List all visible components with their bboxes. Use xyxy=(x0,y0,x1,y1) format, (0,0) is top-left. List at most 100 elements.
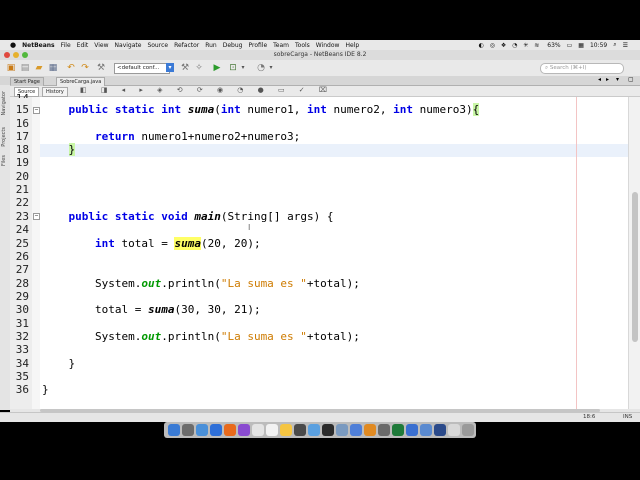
dock-app-icon[interactable] xyxy=(308,424,320,436)
right-margin-guide xyxy=(576,97,577,409)
dock-app-icon[interactable] xyxy=(238,424,250,436)
debug-icon[interactable]: ⊡ xyxy=(228,63,238,73)
configuration-select[interactable]: <default conf... xyxy=(114,63,170,74)
tab-scroll-left-icon[interactable]: ◂ xyxy=(598,76,601,83)
code-line[interactable]: public static void main(String[] args) { xyxy=(42,210,334,223)
redo-icon[interactable]: ↷ xyxy=(80,63,90,73)
dock-app-icon[interactable] xyxy=(434,424,446,436)
status-icons[interactable]: ◐ ◎ ❖ ◔ ✳ ≋ xyxy=(479,42,542,49)
tab-list-icon[interactable]: ▾ xyxy=(616,76,619,83)
history-view-button[interactable]: History xyxy=(42,87,68,97)
code-line[interactable]: System.out.println("La suma es "+total); xyxy=(42,277,360,290)
battery-percent: 63% xyxy=(547,41,561,49)
new-file-icon[interactable]: ▤ xyxy=(20,63,30,73)
dock-app-icon[interactable] xyxy=(364,424,376,436)
search-input[interactable]: ⌕ Search (⌘+I) xyxy=(540,63,624,74)
dock-app-icon[interactable] xyxy=(168,424,180,436)
menu-bar: ● NetBeans File Edit View Navigate Sourc… xyxy=(0,40,640,50)
dock xyxy=(164,422,476,438)
line-number: 19 xyxy=(15,156,29,169)
undo-icon[interactable]: ↶ xyxy=(66,63,76,73)
zoom-window-button[interactable] xyxy=(22,52,28,58)
vertical-scrollbar[interactable] xyxy=(628,97,640,409)
navigator-panel-tab[interactable]: Navigator xyxy=(1,91,7,115)
vertical-scroll-thumb[interactable] xyxy=(632,192,638,342)
dock-app-icon[interactable] xyxy=(294,424,306,436)
run-icon[interactable]: ▶ xyxy=(212,63,222,73)
dock-app-icon[interactable] xyxy=(182,424,194,436)
code-line[interactable]: } xyxy=(42,357,75,370)
dock-app-icon[interactable] xyxy=(196,424,208,436)
menu-refactor[interactable]: Refactor xyxy=(174,42,199,49)
code-line[interactable]: int total = suma(20, 20); xyxy=(42,237,261,250)
line-number: 21 xyxy=(15,183,29,196)
line-number: 22 xyxy=(15,196,29,209)
tab-sobrecarga-java[interactable]: SobreCarga.java xyxy=(56,77,106,86)
menu-help[interactable]: Help xyxy=(345,42,359,49)
maximize-icon[interactable]: ▢ xyxy=(628,76,634,83)
debug-dropdown-icon[interactable]: ▾ xyxy=(238,63,248,73)
search-icon[interactable]: ⌕ xyxy=(613,41,616,49)
code-line[interactable]: System.out.println("La suma es "+total); xyxy=(42,330,360,343)
editor-tool-icons[interactable]: ◧ ◨ ◂ ▸ ◈ ⟲ ⟳ ◉ ◔ ● ▭ ✓ ⌧ xyxy=(80,86,333,94)
app-menu[interactable]: NetBeans xyxy=(22,42,55,49)
tab-scroll-right-icon[interactable]: ▸ xyxy=(606,76,609,83)
build-icon[interactable]: ⚒ xyxy=(180,63,190,73)
dock-app-icon[interactable] xyxy=(378,424,390,436)
menu-edit[interactable]: Edit xyxy=(77,42,89,49)
clean-build-icon[interactable]: ⚒ xyxy=(96,63,106,73)
profile-dropdown-icon[interactable]: ▾ xyxy=(266,63,276,73)
open-project-icon[interactable]: ▰ xyxy=(34,63,44,73)
profile-icon[interactable]: ◔ xyxy=(256,63,266,73)
battery-icon[interactable]: ▭ xyxy=(567,42,573,49)
dock-app-icon[interactable] xyxy=(266,424,278,436)
save-all-icon[interactable]: ▦ xyxy=(48,63,58,73)
menu-team[interactable]: Team xyxy=(273,42,289,49)
minimize-window-button[interactable] xyxy=(13,52,19,58)
code-line[interactable]: } xyxy=(42,143,76,156)
dock-app-icon[interactable] xyxy=(224,424,236,436)
menu-debug[interactable]: Debug xyxy=(223,42,243,49)
dock-app-icon[interactable] xyxy=(252,424,264,436)
current-line-highlight xyxy=(40,144,628,157)
dock-app-icon[interactable] xyxy=(406,424,418,436)
code-line[interactable]: public static int suma(int numero1, int … xyxy=(42,103,480,116)
code-line[interactable]: } xyxy=(42,383,49,396)
dock-app-icon[interactable] xyxy=(322,424,334,436)
config-dropdown-icon[interactable]: ▾ xyxy=(166,63,174,72)
dock-app-icon[interactable] xyxy=(210,424,222,436)
projects-panel-tab[interactable]: Projects xyxy=(1,127,7,147)
line-number: 16 xyxy=(15,117,29,130)
clock[interactable]: 10:59 xyxy=(590,42,607,49)
dock-app-icon[interactable] xyxy=(448,424,460,436)
menu-view[interactable]: View xyxy=(94,42,108,49)
menu-list-icon[interactable]: ☰ xyxy=(623,42,628,49)
fold-collapse-icon[interactable]: − xyxy=(33,107,40,114)
dock-app-icon[interactable] xyxy=(462,424,474,436)
menu-source[interactable]: Source xyxy=(147,42,168,49)
dock-app-icon[interactable] xyxy=(420,424,432,436)
tab-start-page[interactable]: Start Page xyxy=(10,77,44,86)
dock-app-icon[interactable] xyxy=(350,424,362,436)
close-window-button[interactable] xyxy=(4,52,10,58)
dock-app-icon[interactable] xyxy=(280,424,292,436)
menu-tools[interactable]: Tools xyxy=(295,42,310,49)
menu-run[interactable]: Run xyxy=(205,42,217,49)
line-number: 35 xyxy=(15,370,29,383)
new-project-icon[interactable]: ▣ xyxy=(6,63,16,73)
dock-app-icon[interactable] xyxy=(392,424,404,436)
menu-window[interactable]: Window xyxy=(316,42,340,49)
code-line[interactable]: total = suma(30, 30, 21); xyxy=(42,303,261,316)
code-line[interactable]: return numero1+numero2+numero3; xyxy=(42,130,300,143)
line-number: 33 xyxy=(15,343,29,356)
menu-navigate[interactable]: Navigate xyxy=(115,42,142,49)
flag-icon[interactable]: ▦ xyxy=(578,42,584,49)
files-panel-tab[interactable]: Files xyxy=(1,155,7,166)
editor-toolbar: Source History ◧ ◨ ◂ ▸ ◈ ⟲ ⟳ ◉ ◔ ● ▭ ✓ ⌧ xyxy=(10,86,640,97)
menu-profile[interactable]: Profile xyxy=(248,42,267,49)
clean-icon[interactable]: ✧ xyxy=(194,63,204,73)
apple-icon[interactable]: ● xyxy=(10,41,16,49)
dock-app-icon[interactable] xyxy=(336,424,348,436)
menu-file[interactable]: File xyxy=(61,42,71,49)
fold-collapse-icon[interactable]: − xyxy=(33,213,40,220)
